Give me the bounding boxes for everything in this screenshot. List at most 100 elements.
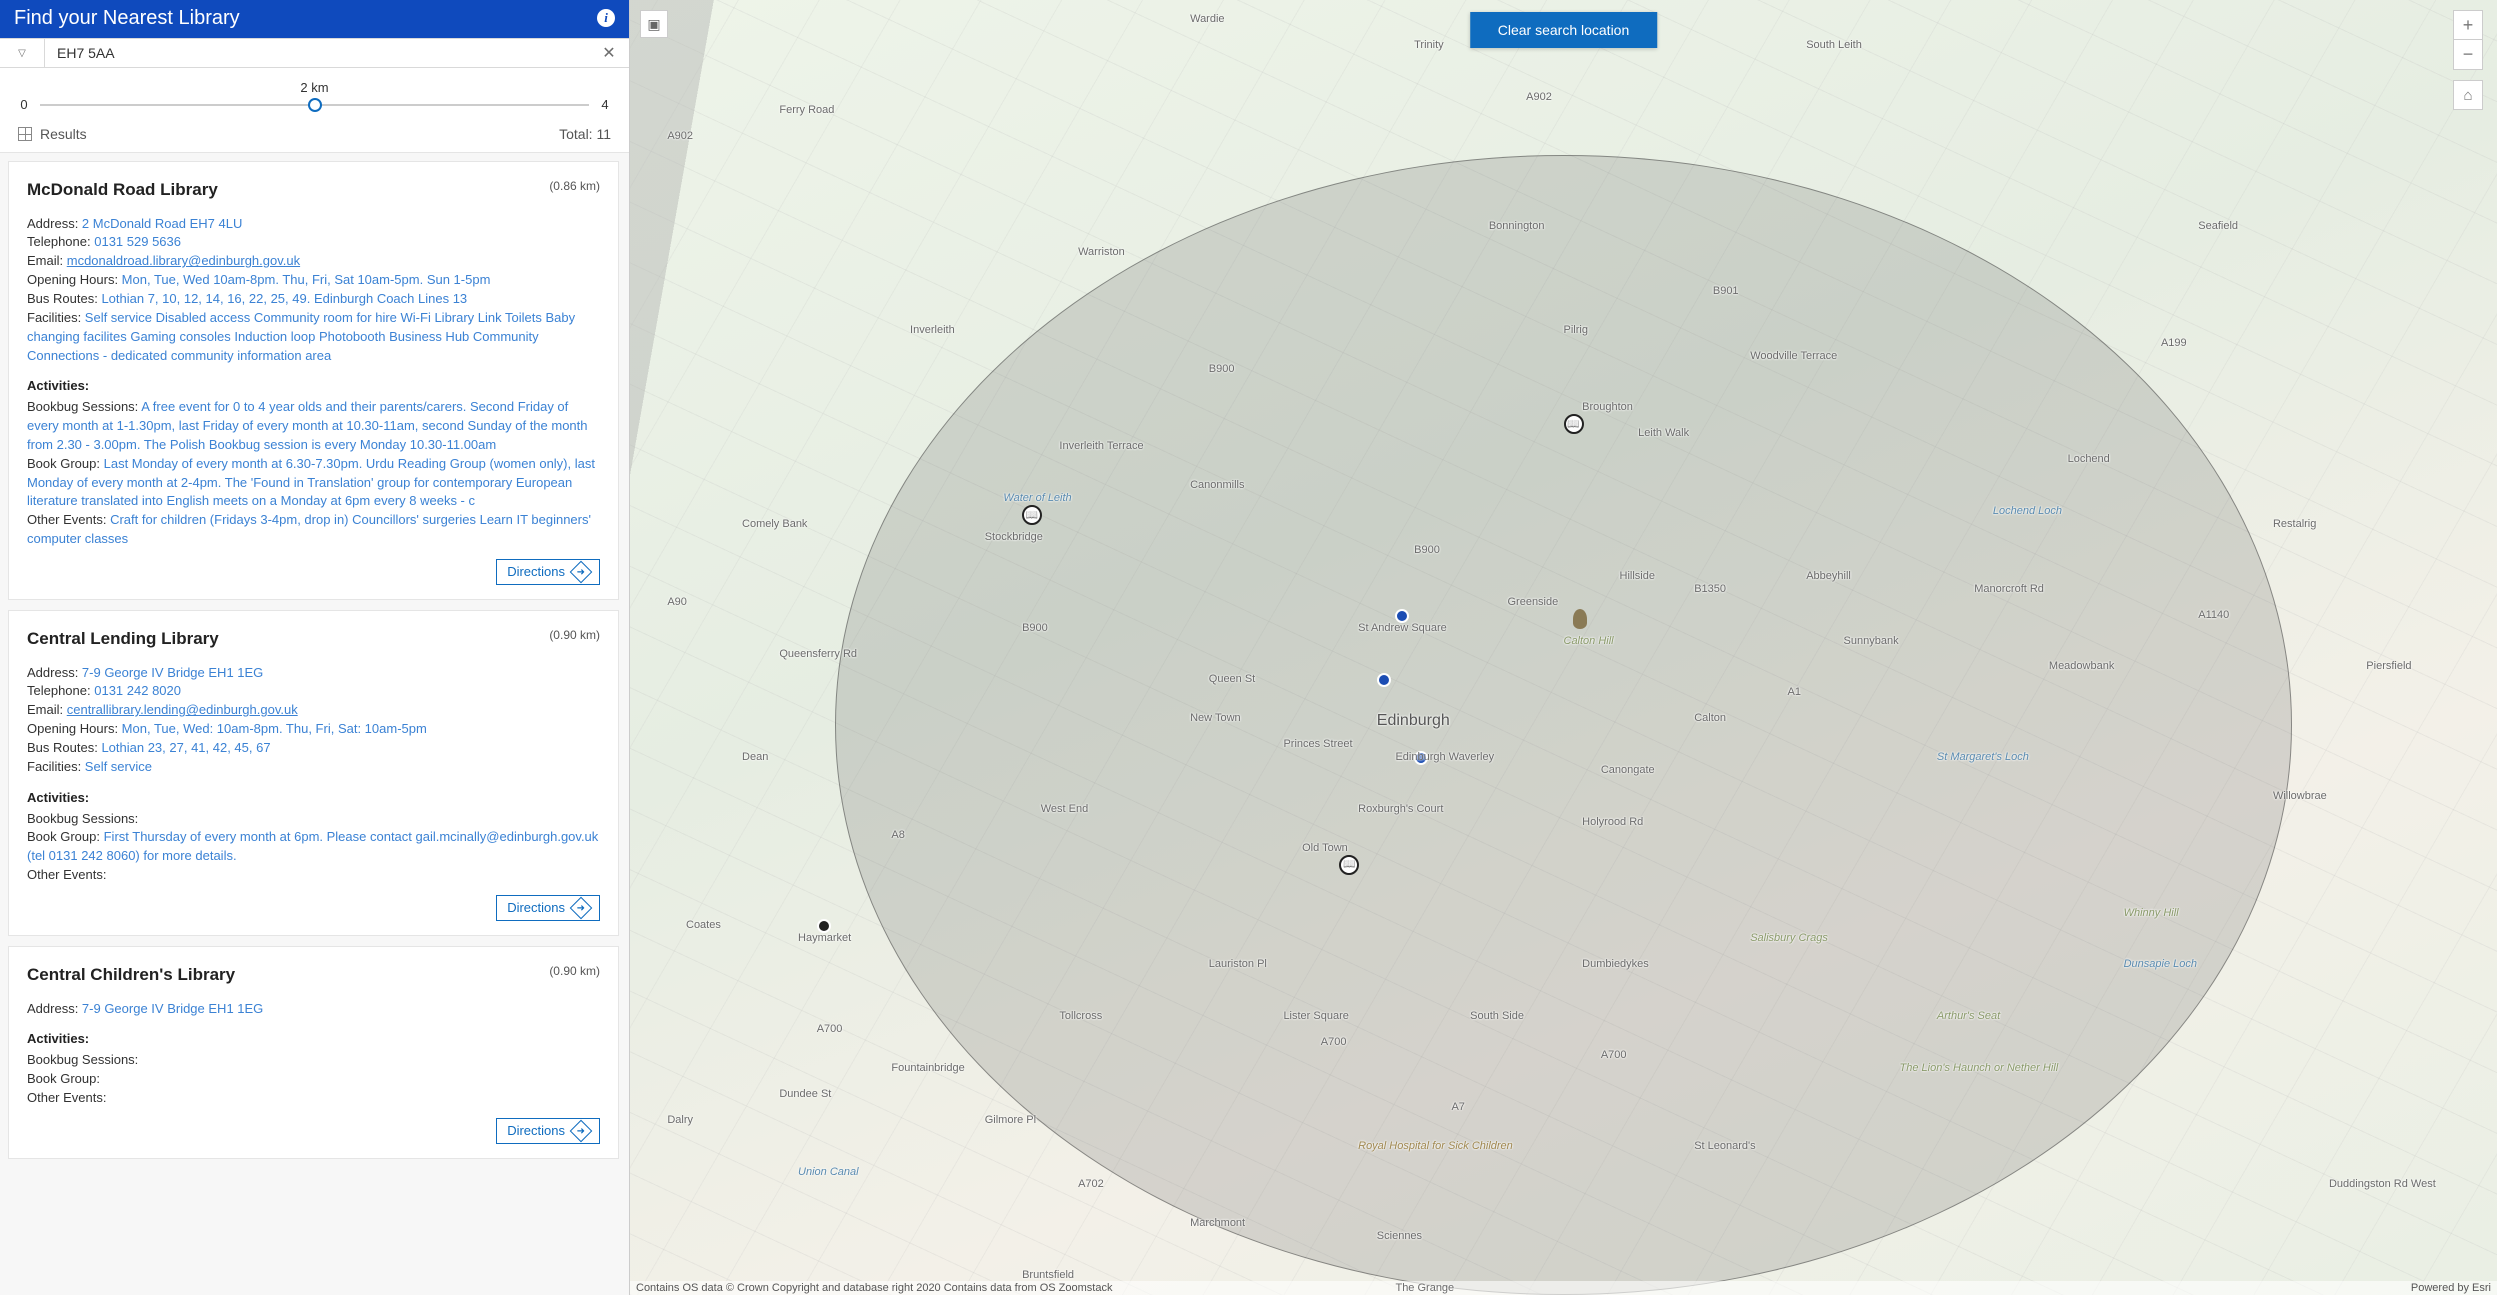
map-place-label: Hillside [1620, 570, 1655, 582]
zoom-in-button[interactable]: + [2453, 10, 2483, 40]
result-card[interactable]: (0.90 km)Central Children's LibraryAddre… [8, 946, 619, 1159]
map-place-label: Queensferry Rd [779, 648, 857, 660]
map-place-label: Bruntsfield [1022, 1269, 1074, 1281]
email-link[interactable]: centrallibrary.lending@edinburgh.gov.uk [67, 702, 298, 717]
map-place-label: Restalrig [2273, 518, 2316, 530]
map-place-label: A700 [1321, 1036, 1347, 1048]
home-icon: ⌂ [2463, 87, 2472, 104]
map-place-label: St Margaret's Loch [1937, 751, 2029, 763]
clear-search-button[interactable]: Clear search location [1470, 12, 1658, 48]
map-place-label: Leith Walk [1638, 427, 1689, 439]
map-place-label: Princes Street [1283, 738, 1352, 750]
panel-header: Find your Nearest Library i [0, 0, 629, 38]
map[interactable]: ▣ Clear search location + − ⌂ Contains O… [630, 0, 2497, 1295]
map-attribution: Contains OS data © Crown Copyright and d… [630, 1281, 2497, 1295]
map-place-label: Lochend [2068, 453, 2110, 465]
search-row: ▽ ✕ [0, 38, 629, 68]
table-icon[interactable] [18, 127, 32, 141]
map-place-label: Lister Square [1283, 1010, 1348, 1022]
map-place-label: Manorcroft Rd [1974, 583, 2044, 595]
radius-max-label: 4 [599, 97, 611, 112]
map-place-label: Inverleith [910, 324, 955, 336]
library-pin[interactable] [1564, 414, 1584, 434]
directions-icon [570, 561, 593, 584]
map-place-label: B901 [1713, 285, 1739, 297]
basemap-button[interactable]: ▣ [640, 10, 668, 38]
info-icon[interactable]: i [597, 9, 615, 27]
map-place-label: South Side [1470, 1010, 1524, 1022]
map-place-label: Inverleith Terrace [1059, 440, 1143, 452]
map-place-label: A90 [667, 596, 687, 608]
side-panel: Find your Nearest Library i ▽ ✕ 2 km 0 4… [0, 0, 630, 1295]
map-place-label: Queen St [1209, 673, 1255, 685]
map-place-label: Bonnington [1489, 220, 1545, 232]
map-place-label: Woodville Terrace [1750, 350, 1837, 362]
radius-slider: 2 km 0 4 [0, 68, 629, 116]
map-place-label: Stockbridge [985, 531, 1043, 543]
map-place-label: Calton [1694, 712, 1726, 724]
radius-thumb[interactable] [308, 98, 322, 112]
map-place-label: New Town [1190, 712, 1241, 724]
home-button[interactable]: ⌂ [2453, 80, 2483, 110]
map-place-label: A700 [817, 1023, 843, 1035]
email-link[interactable]: mcdonaldroad.library@edinburgh.gov.uk [67, 253, 300, 268]
map-place-label: Fountainbridge [891, 1062, 964, 1074]
search-location-pin[interactable] [1573, 609, 1587, 629]
map-place-label: West End [1041, 803, 1089, 815]
search-source-toggle[interactable]: ▽ [0, 39, 45, 67]
map-place-label: The Lion's Haunch or Nether Hill [1900, 1062, 2059, 1074]
map-place-label: Holyrood Rd [1582, 816, 1643, 828]
map-place-label: Edinburgh [1377, 712, 1450, 730]
zoom-out-button[interactable]: − [2453, 40, 2483, 70]
map-place-label: Edinburgh Waverley [1395, 751, 1494, 763]
panel-title: Find your Nearest Library [14, 7, 240, 30]
map-place-label: Tollcross [1059, 1010, 1102, 1022]
map-place-label: Trinity [1414, 39, 1444, 51]
library-pin[interactable] [1022, 505, 1042, 525]
result-title: Central Children's Library [27, 963, 600, 988]
map-place-label: A7 [1451, 1101, 1464, 1113]
map-place-label: A8 [891, 829, 904, 841]
result-distance: (0.86 km) [549, 178, 600, 195]
radius-value-label: 2 km [18, 80, 611, 95]
map-place-label: Royal Hospital for Sick Children [1358, 1140, 1513, 1152]
map-place-label: Lauriston Pl [1209, 958, 1267, 970]
map-place-label: B900 [1414, 544, 1440, 556]
map-place-label: Willowbrae [2273, 790, 2327, 802]
results-total: Total: 11 [559, 126, 611, 142]
result-card[interactable]: (0.90 km)Central Lending LibraryAddress:… [8, 610, 619, 936]
map-place-label: A199 [2161, 337, 2187, 349]
result-distance: (0.90 km) [549, 963, 600, 980]
radius-min-label: 0 [18, 97, 30, 112]
map-place-label: A902 [667, 130, 693, 142]
map-place-label: Broughton [1582, 401, 1633, 413]
map-place-label: Union Canal [798, 1166, 859, 1178]
layers-icon: ▣ [647, 16, 660, 33]
map-place-label: Piersfield [2366, 660, 2411, 672]
map-place-label: Meadowbank [2049, 660, 2114, 672]
result-card[interactable]: (0.86 km)McDonald Road LibraryAddress: 2… [8, 161, 619, 600]
map-place-label: St Leonard's [1694, 1140, 1755, 1152]
result-title: Central Lending Library [27, 627, 600, 652]
result-title: McDonald Road Library [27, 178, 600, 203]
map-place-label: Haymarket [798, 932, 851, 944]
directions-button[interactable]: Directions [496, 559, 600, 585]
map-place-label: A902 [1526, 91, 1552, 103]
map-place-label: Comely Bank [742, 518, 807, 530]
map-place-label: Warriston [1078, 246, 1125, 258]
map-place-label: Gilmore Pl [985, 1114, 1036, 1126]
directions-button[interactable]: Directions [496, 895, 600, 921]
directions-button[interactable]: Directions [496, 1118, 600, 1144]
map-place-label: Greenside [1507, 596, 1558, 608]
search-input[interactable] [45, 39, 589, 67]
map-place-label: Marchmont [1190, 1217, 1245, 1229]
map-place-label: Salisbury Crags [1750, 932, 1828, 944]
map-place-label: Whinny Hill [2124, 907, 2179, 919]
map-place-label: Coates [686, 919, 721, 931]
map-place-label: Lochend Loch [1993, 505, 2062, 517]
search-clear-button[interactable]: ✕ [589, 39, 629, 67]
map-place-label: Dundee St [779, 1088, 831, 1100]
map-place-label: Dunsapie Loch [2124, 958, 2197, 970]
results-list[interactable]: (0.86 km)McDonald Road LibraryAddress: 2… [0, 153, 629, 1295]
radius-track[interactable] [40, 104, 589, 106]
